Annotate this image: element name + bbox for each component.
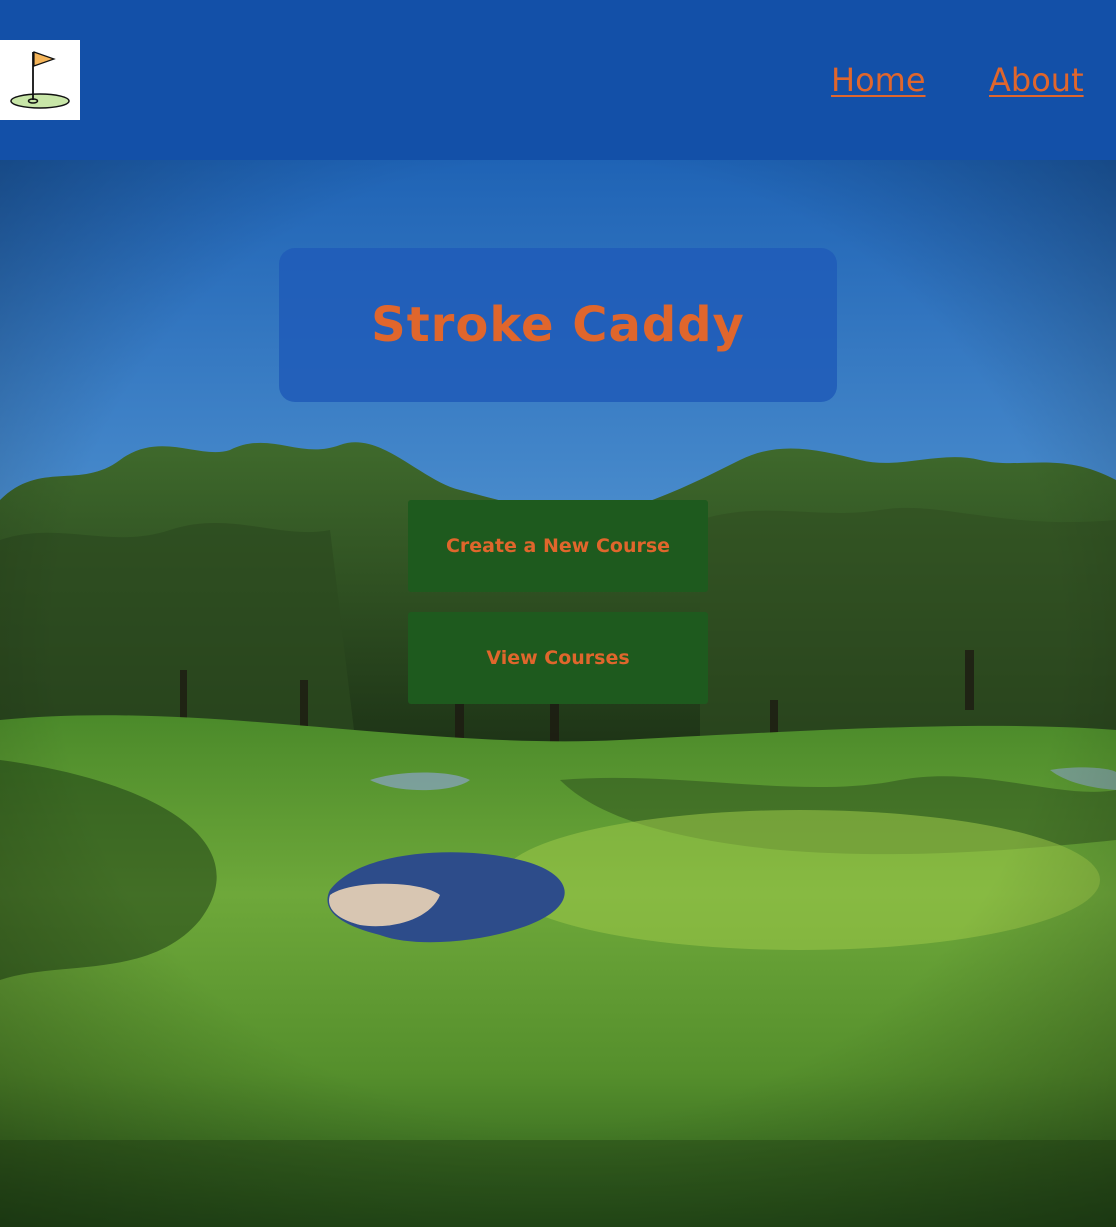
navbar: Home About <box>0 0 1116 160</box>
title-box: Stroke Caddy <box>279 248 837 402</box>
nav-link-home[interactable]: Home <box>831 60 926 100</box>
nav-link-about[interactable]: About <box>989 60 1084 100</box>
golf-flag-icon <box>10 51 70 109</box>
view-courses-button[interactable]: View Courses <box>408 612 708 704</box>
create-course-button[interactable]: Create a New Course <box>408 500 708 592</box>
logo[interactable] <box>0 40 80 120</box>
app-title: Stroke Caddy <box>371 297 745 353</box>
